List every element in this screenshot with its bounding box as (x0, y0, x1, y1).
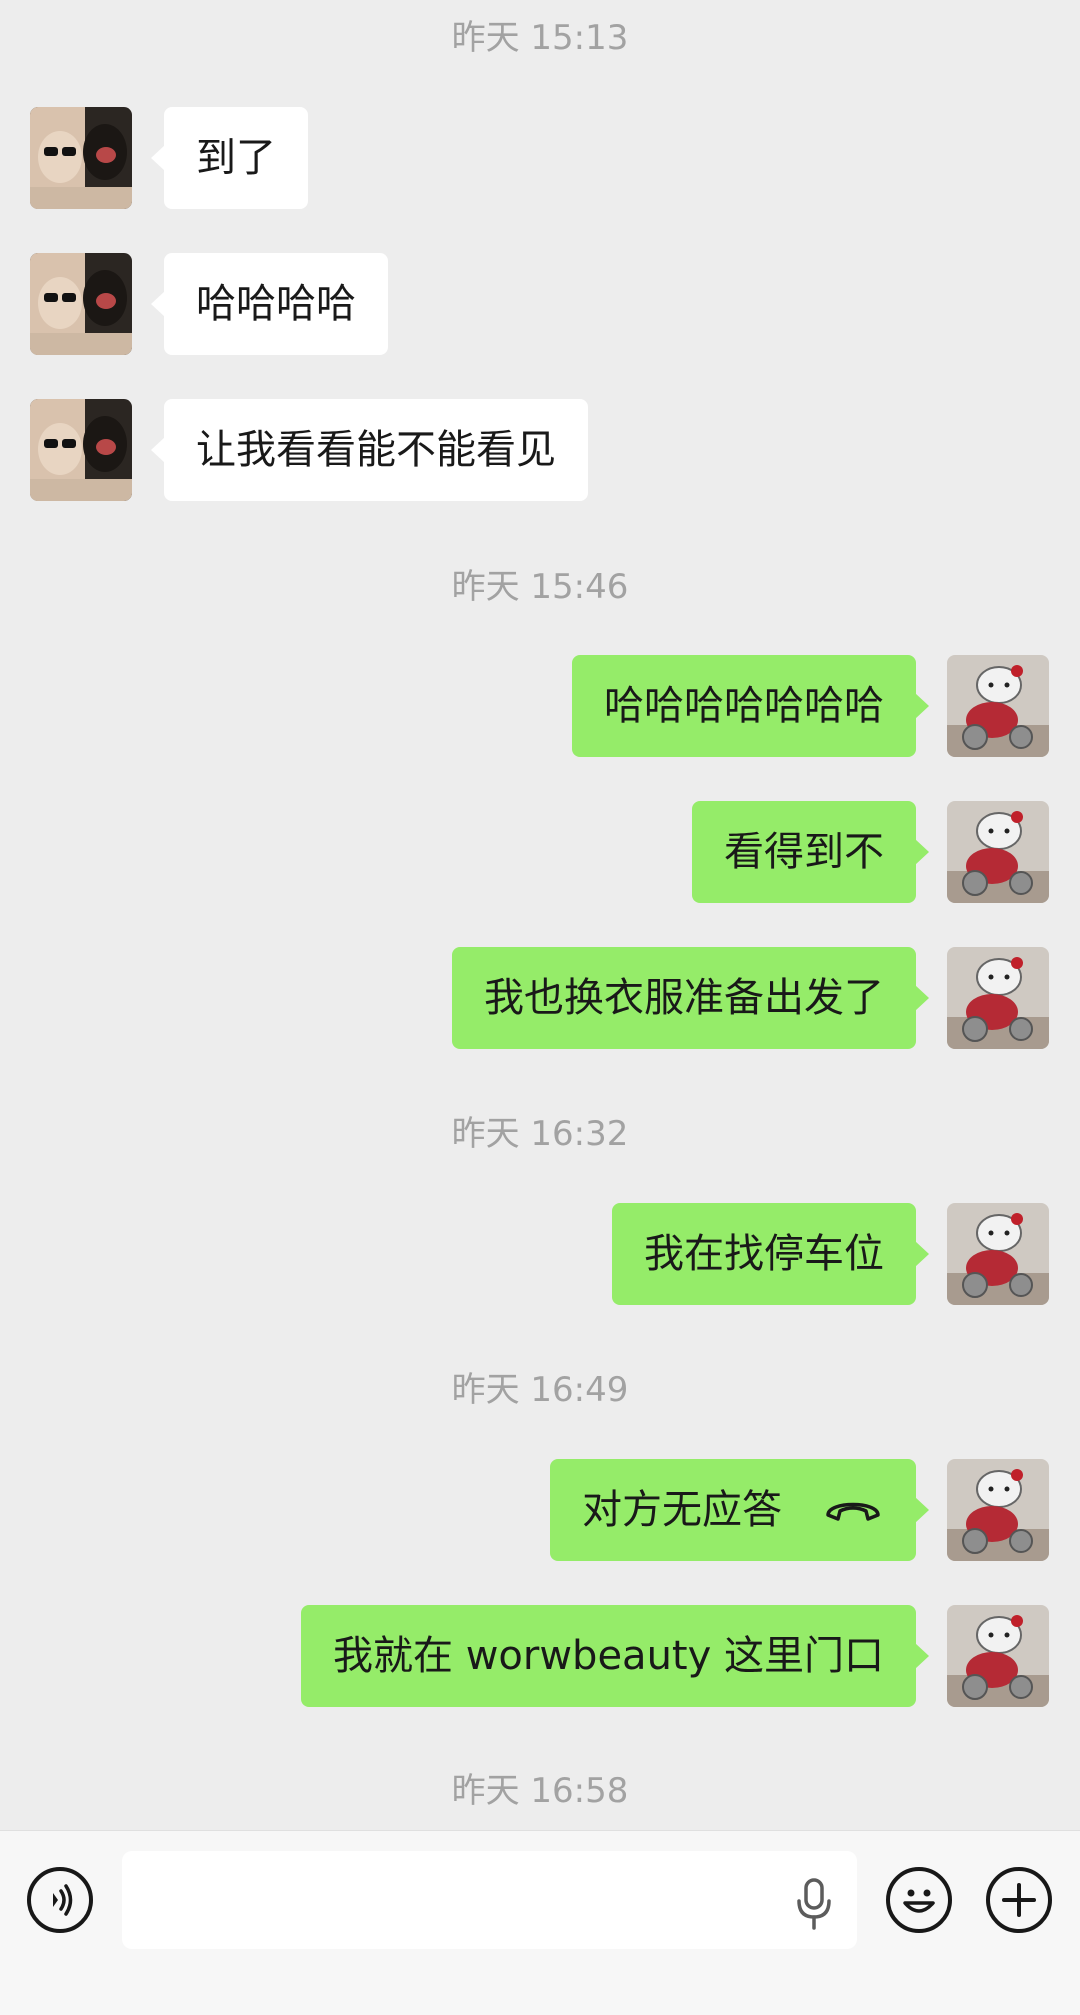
incoming-message[interactable]: 让我看看能不能看见 (151, 399, 588, 501)
voice-icon[interactable] (27, 1867, 93, 1933)
timestamp: 昨天 15:46 (451, 567, 629, 607)
incoming-message[interactable]: 到了 (151, 107, 308, 209)
chat-screen: 昨天 15:13 到了 哈哈哈哈 让我看看能不能看见 昨天 15:46 哈哈哈哈… (0, 0, 1080, 2015)
my-avatar[interactable] (947, 801, 1049, 903)
outgoing-message[interactable]: 我也换衣服准备出发了 (452, 947, 929, 1049)
contact-avatar[interactable] (30, 253, 132, 355)
outgoing-message[interactable]: 我就在 worwbeauty 这里门口 (301, 1605, 929, 1707)
microphone-icon[interactable] (792, 1877, 836, 1931)
timestamp: 昨天 16:32 (451, 1114, 629, 1154)
call-status-text: 对方无应答 (582, 1487, 782, 1533)
outgoing-message[interactable]: 我在找停车位 (612, 1203, 929, 1305)
message-input-bar (0, 1830, 1080, 2015)
plus-icon[interactable] (986, 1867, 1052, 1933)
my-avatar[interactable] (947, 1459, 1049, 1561)
my-avatar[interactable] (947, 655, 1049, 757)
phone-hangup-icon (822, 1493, 884, 1523)
my-avatar[interactable] (947, 1605, 1049, 1707)
contact-avatar[interactable] (30, 399, 132, 501)
message-text-input[interactable] (122, 1851, 857, 1949)
outgoing-message[interactable]: 看得到不 (692, 801, 929, 903)
outgoing-message[interactable]: 哈哈哈哈哈哈哈 (572, 655, 929, 757)
timestamp: 昨天 16:49 (451, 1370, 629, 1410)
call-record-message[interactable]: 对方无应答 (550, 1459, 929, 1561)
my-avatar[interactable] (947, 947, 1049, 1049)
incoming-message[interactable]: 哈哈哈哈 (151, 253, 388, 355)
my-avatar[interactable] (947, 1203, 1049, 1305)
timestamp: 昨天 16:58 (451, 1771, 629, 1811)
emoji-icon[interactable] (886, 1867, 952, 1933)
timestamp: 昨天 15:13 (451, 18, 629, 58)
contact-avatar[interactable] (30, 107, 132, 209)
